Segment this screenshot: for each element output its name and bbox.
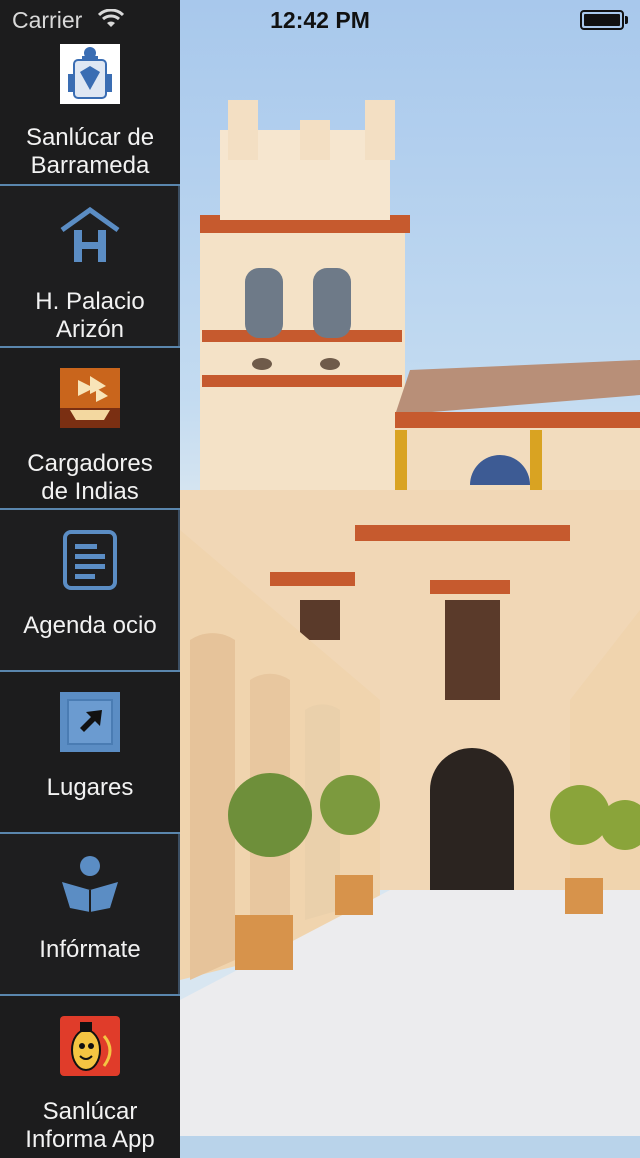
menu-label-line1: H. Palacio xyxy=(35,288,145,315)
menu-item-agenda-ocio[interactable]: Agenda ocio xyxy=(0,510,180,672)
menu-label-line1: Lugares xyxy=(46,774,134,801)
status-time: 12:42 PM xyxy=(270,7,370,33)
menu-item-lugares[interactable]: Lugares xyxy=(0,672,180,834)
menu-label-line2: de Indias xyxy=(41,478,139,505)
menu-label: Agenda ocio xyxy=(0,612,180,640)
menu-label-line2: Arizón xyxy=(55,316,125,343)
palace-illustration xyxy=(180,100,640,1136)
background-photo xyxy=(180,0,640,1136)
battery-icon xyxy=(580,10,624,30)
coat-of-arms-icon xyxy=(60,44,120,104)
menu-label-line1: Sanlúcar de xyxy=(25,124,155,151)
menu-label-line1: Sanlúcar xyxy=(42,1098,138,1125)
menu-label: Lugares xyxy=(0,774,180,802)
menu-item-cargadores-de-indias[interactable]: Cargadores de Indias xyxy=(0,348,180,510)
location-arrow-icon xyxy=(60,692,120,752)
menu-label-line2: Informa App xyxy=(25,1126,155,1153)
reading-person-icon xyxy=(60,854,120,914)
hotel-icon xyxy=(60,206,120,266)
app-logo-icon xyxy=(60,1016,120,1076)
menu-label: Infórmate xyxy=(0,936,180,964)
menu-label-line1: Infórmate xyxy=(39,936,141,963)
status-bar: Carrier 12:42 PM xyxy=(0,0,640,40)
menu-label-line1: Agenda ocio xyxy=(23,612,157,639)
menu-item-palacio-arizon[interactable]: H. Palacio Arizón xyxy=(0,186,180,348)
menu-label: Cargadores de Indias xyxy=(0,450,180,506)
menu-label: Sanlúcar Informa App xyxy=(0,1098,180,1154)
ship-icon xyxy=(60,368,120,428)
menu-label: H. Palacio Arizón xyxy=(0,288,180,344)
side-menu: Sanlúcar de Barrameda H. Palacio Arizón xyxy=(0,0,180,1158)
agenda-icon xyxy=(60,530,120,590)
menu-label-line2: Barrameda xyxy=(30,152,150,179)
menu-item-sanlucar-informa-app[interactable]: Sanlúcar Informa App xyxy=(0,996,180,1158)
battery-tip xyxy=(625,16,628,24)
menu-item-informate[interactable]: Infórmate xyxy=(0,834,180,996)
menu-label-line1: Cargadores xyxy=(27,450,153,477)
menu-label: Sanlúcar de Barrameda xyxy=(0,124,180,180)
